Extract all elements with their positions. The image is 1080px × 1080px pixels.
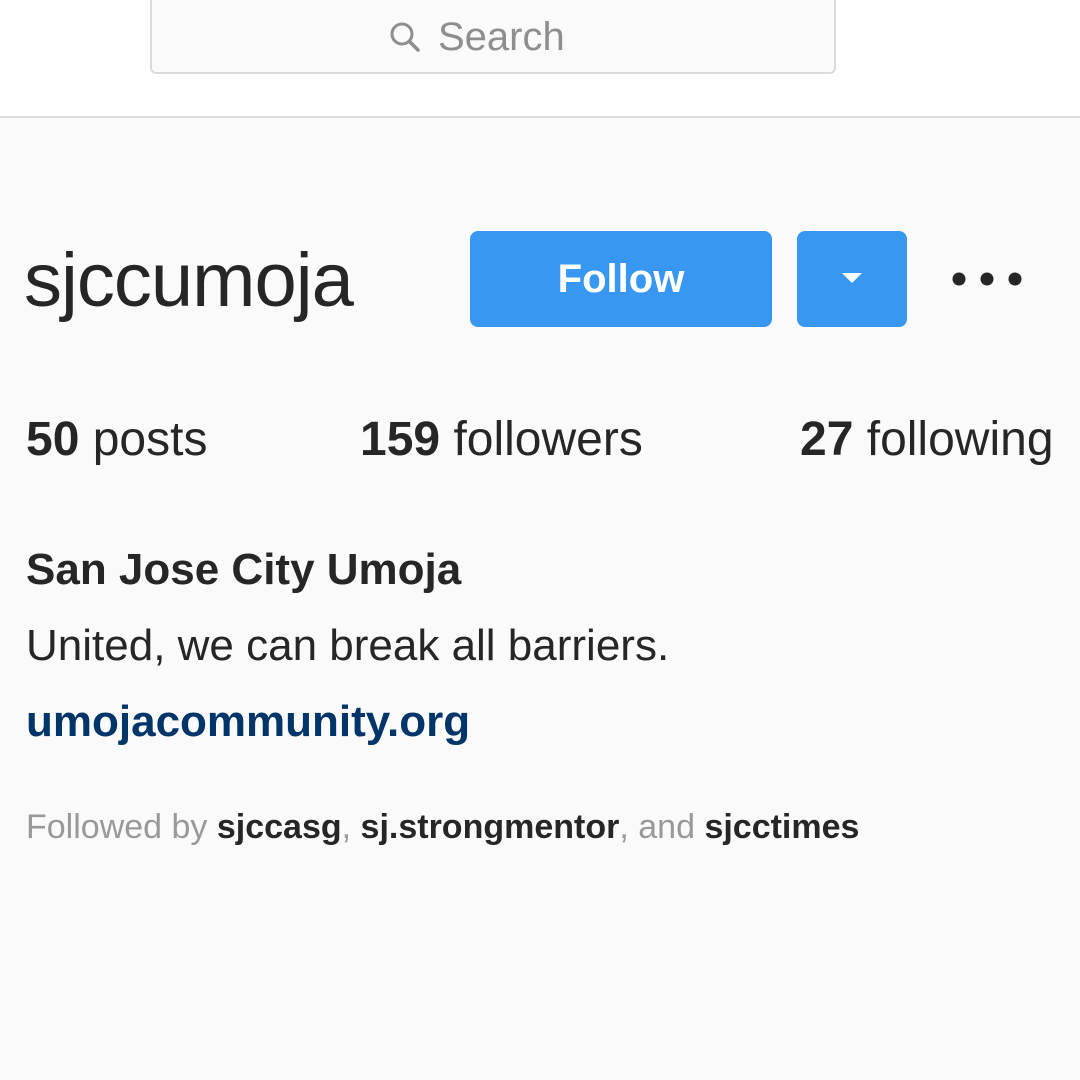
followed-by-user-link[interactable]: sjcctimes — [704, 808, 859, 846]
search-icon — [388, 20, 422, 54]
more-horizontal-icon — [951, 271, 1023, 290]
posts-stat: 50 posts — [26, 410, 207, 470]
posts-label: posts — [92, 413, 208, 466]
following-label: following — [866, 413, 1054, 466]
profile-stats: 50 posts 159 followers 27 following — [0, 410, 1080, 470]
search-input[interactable] — [438, 14, 598, 60]
follow-button[interactable]: Follow — [470, 231, 772, 327]
following-stat[interactable]: 27 following — [800, 410, 1054, 470]
profile-bio: United, we can break all barriers. — [26, 621, 670, 670]
profile-website-link[interactable]: umojacommunity.org — [26, 694, 470, 750]
followed-by-separator: , and — [619, 808, 705, 846]
followed-by-text: Followed by sjccasg, sj.strongmentor, an… — [26, 804, 859, 850]
followers-label: followers — [453, 413, 643, 466]
following-count: 27 — [800, 413, 854, 466]
more-options-button[interactable] — [940, 250, 1034, 310]
followed-by-user-link[interactable]: sj.strongmentor — [361, 808, 620, 846]
profile-full-name: San Jose City Umoja — [26, 545, 462, 594]
followers-count: 159 — [360, 413, 441, 466]
followed-by-user-link[interactable]: sjccasg — [217, 808, 342, 846]
followed-by-separator: , — [341, 808, 361, 846]
posts-count: 50 — [26, 413, 80, 466]
profile-username: sjccumoja — [24, 238, 354, 323]
followed-by-prefix: Followed by — [26, 808, 208, 846]
search-box[interactable] — [150, 0, 836, 74]
top-navigation-bar — [0, 0, 1080, 118]
followers-stat[interactable]: 159 followers — [360, 410, 643, 470]
suggested-accounts-dropdown-button[interactable] — [797, 231, 907, 327]
caret-down-icon — [840, 271, 864, 288]
